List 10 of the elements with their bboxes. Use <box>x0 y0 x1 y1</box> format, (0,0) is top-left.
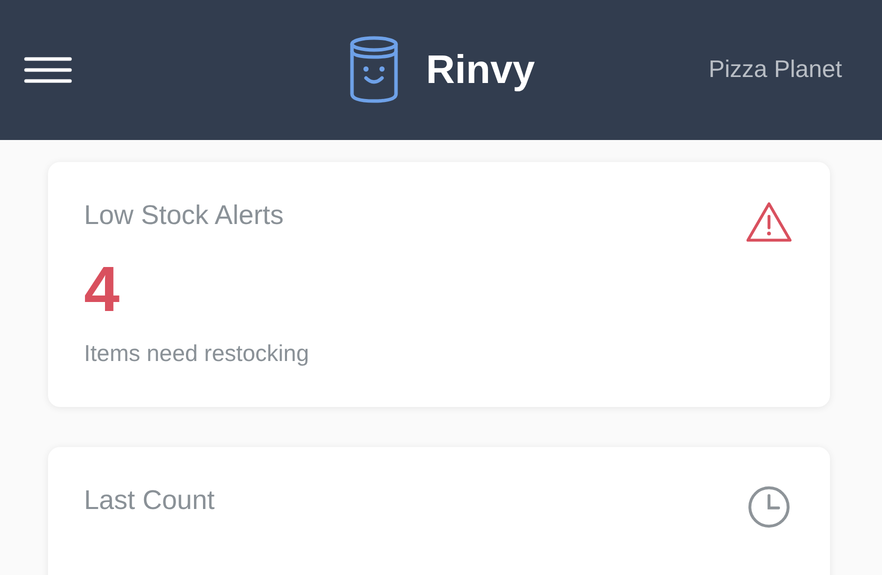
warning-icon <box>746 200 792 244</box>
menu-icon[interactable] <box>24 57 72 83</box>
card-title: Low Stock Alerts <box>84 200 284 231</box>
card-title: Last Count <box>84 485 215 516</box>
app-name: Rinvy <box>426 48 535 92</box>
clock-icon <box>746 485 792 529</box>
card-caption: Items need restocking <box>84 340 310 367</box>
card-value: 4 <box>84 252 121 326</box>
smiling-can-icon <box>348 36 400 104</box>
location-name: Pizza Planet <box>708 56 842 84</box>
